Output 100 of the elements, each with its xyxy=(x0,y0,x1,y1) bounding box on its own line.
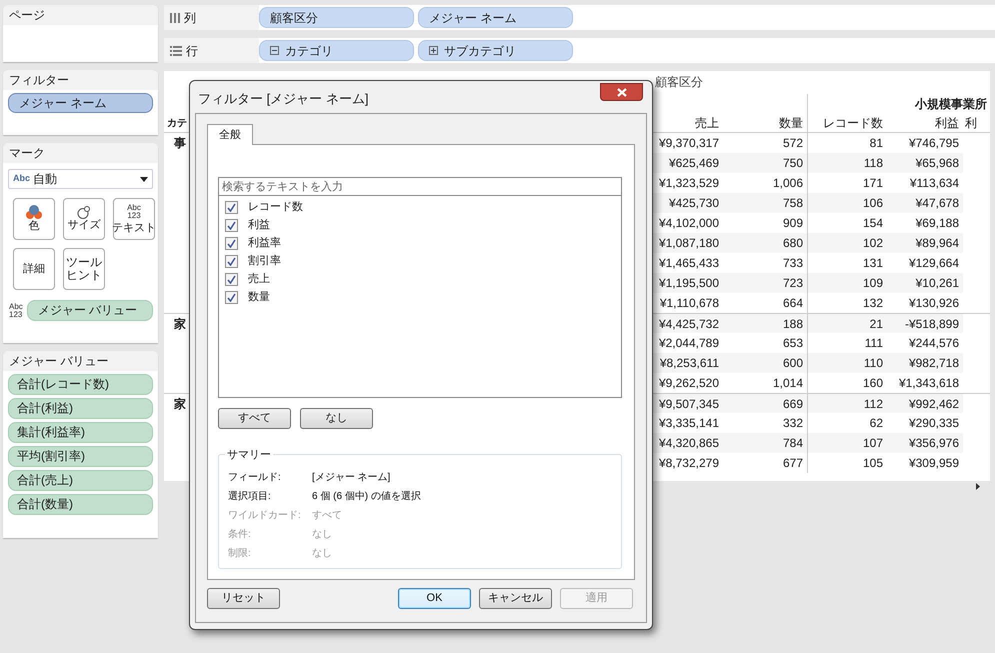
caret-icon xyxy=(140,176,148,182)
mark-color-button[interactable]: 色 xyxy=(13,198,55,240)
expand-icon[interactable] xyxy=(429,46,438,55)
shelf-label: 行 xyxy=(186,42,198,60)
checkbox[interactable] xyxy=(225,254,238,268)
table-cell-text: ¥309,959 xyxy=(908,455,960,472)
columns-icon xyxy=(170,12,180,22)
table-cell-text: ¥244,576 xyxy=(908,335,960,352)
measure-pill[interactable]: 合計(数量) xyxy=(8,494,153,515)
measure-pill[interactable]: 合計(売上) xyxy=(8,470,153,491)
summary-label: 選択項目: xyxy=(228,490,272,504)
mark-detail-button[interactable]: 詳細 xyxy=(13,248,55,290)
checkbox[interactable] xyxy=(225,272,238,286)
abc-123-icon: Abc 123 xyxy=(9,302,23,318)
table-cell-text: ¥3,335,141 xyxy=(658,415,720,432)
checkbox[interactable] xyxy=(225,218,238,232)
table-cell: ¥10,261 xyxy=(887,273,963,293)
mark-text-button[interactable]: Abc 123 テキスト xyxy=(113,198,155,240)
summary-label: ワイルドカード: xyxy=(228,508,302,522)
measure-pill[interactable]: 合計(レコード数) xyxy=(8,374,153,395)
window-title: フィルター [メジャー ネーム] xyxy=(198,90,368,108)
table-cell-text: ¥1,323,529 xyxy=(658,175,720,192)
table-cell: 118 xyxy=(808,153,887,173)
checkbox-label: レコード数 xyxy=(248,200,303,215)
table-cell-text: ¥8,732,279 xyxy=(658,455,720,472)
dimension-pill[interactable]: メジャー ネーム xyxy=(418,7,573,28)
table-cell: 758 xyxy=(723,193,808,213)
filter-pill[interactable]: メジャー ネーム xyxy=(8,93,153,113)
table-cell-text: 62 xyxy=(868,415,884,432)
table-cell: 112 xyxy=(808,393,887,413)
column-header: 利 xyxy=(963,114,990,133)
measure-pill[interactable]: 集計(利益率) xyxy=(8,422,153,443)
table-cell: 669 xyxy=(723,393,808,413)
row-label: 家 xyxy=(174,317,186,331)
dialog-button[interactable]: キャンセル xyxy=(479,588,552,609)
measure-pill[interactable]: 平均(割引率) xyxy=(8,446,153,467)
collapse-icon[interactable] xyxy=(270,46,279,55)
summary-label: 制限: xyxy=(228,546,252,560)
dialog-button[interactable]: リセット xyxy=(207,588,280,609)
table-cell: 677 xyxy=(723,453,808,473)
measure-pill[interactable]: 合計(利益) xyxy=(8,398,153,419)
column-header: 数量 xyxy=(723,114,808,133)
summary-value: 6 個 (6 個中) の値を選択 xyxy=(312,490,421,504)
checkbox[interactable] xyxy=(225,200,238,214)
list-button[interactable]: すべて xyxy=(218,408,291,429)
table-cell: 21 xyxy=(808,313,887,333)
shelf-label: 列 xyxy=(184,10,196,26)
table-cell: ¥425,730 xyxy=(653,193,723,213)
table-cell-text: ¥130,926 xyxy=(908,295,960,312)
table-cell-text: ¥746,795 xyxy=(908,135,960,152)
table-cell: ¥625,469 xyxy=(653,153,723,173)
close-button[interactable] xyxy=(600,83,643,101)
list-button[interactable]: なし xyxy=(300,408,373,429)
dimension-pill[interactable]: 顧客区分 xyxy=(259,7,414,28)
measure-pill[interactable]: メジャー バリュー xyxy=(26,300,153,321)
table-cell: 188 xyxy=(723,313,808,333)
row-label: 事 xyxy=(174,136,186,150)
mark-tooltip-button[interactable]: ツールヒント xyxy=(63,248,105,290)
column-header: レコード数 xyxy=(808,114,887,133)
table-cell-text: ¥4,102,000 xyxy=(658,215,720,232)
table-cell: ¥65,968 xyxy=(887,153,963,173)
table-cell-text: ¥1,465,433 xyxy=(658,255,720,272)
panel-title: メジャー バリュー xyxy=(3,351,158,371)
table-cell: ¥356,976 xyxy=(887,433,963,453)
column-header: 利益 xyxy=(887,114,963,133)
dimension-pill[interactable]: カテゴリ xyxy=(259,40,414,61)
dimension-pill[interactable]: サブカテゴリ xyxy=(418,40,573,61)
tab[interactable]: 全般 xyxy=(207,124,253,145)
table-cell: ¥47,678 xyxy=(887,193,963,213)
header-label: 顧客区分 xyxy=(654,74,704,91)
dropdown-value: 自動 xyxy=(33,171,58,188)
table-cell: ¥8,253,611 xyxy=(653,353,723,373)
checkbox[interactable] xyxy=(225,236,238,250)
summary-label: フィールド: xyxy=(228,470,282,484)
table-cell: 110 xyxy=(808,353,887,373)
table-cell-text: ¥1,343,618 xyxy=(898,375,960,392)
mark-size-button[interactable]: サイズ xyxy=(63,198,105,240)
dialog-button[interactable]: OK xyxy=(398,588,471,609)
table-cell-text: ¥290,335 xyxy=(908,415,960,432)
checkbox[interactable] xyxy=(225,290,238,304)
search-field[interactable]: 検索するテキストを入力 xyxy=(218,177,622,196)
table-cell: -¥518,899 xyxy=(887,313,963,333)
table-cell: ¥89,964 xyxy=(887,233,963,253)
table-cell: 750 xyxy=(723,153,808,173)
table-cell: 600 xyxy=(723,353,808,373)
row-label: 家 xyxy=(174,397,186,411)
table-cell-text: 154 xyxy=(862,215,884,232)
checkbox-label: 利益 xyxy=(248,218,270,233)
summary-value: なし xyxy=(312,528,332,542)
table-cell-text: 131 xyxy=(862,255,884,272)
abc-icon: Abc xyxy=(13,172,30,186)
table-cell-text: 111 xyxy=(864,335,884,352)
table-cell: 109 xyxy=(808,273,887,293)
scroll-right-icon[interactable] xyxy=(976,483,980,490)
table-cell-text: ¥2,044,789 xyxy=(658,335,720,352)
table-cell-text: 81 xyxy=(868,135,884,152)
table-cell: 723 xyxy=(723,273,808,293)
mark-type-dropdown[interactable]: Abc 自動 xyxy=(8,169,153,189)
abc-123-icon: Abc 123 xyxy=(127,204,141,220)
table-cell: 107 xyxy=(808,433,887,453)
